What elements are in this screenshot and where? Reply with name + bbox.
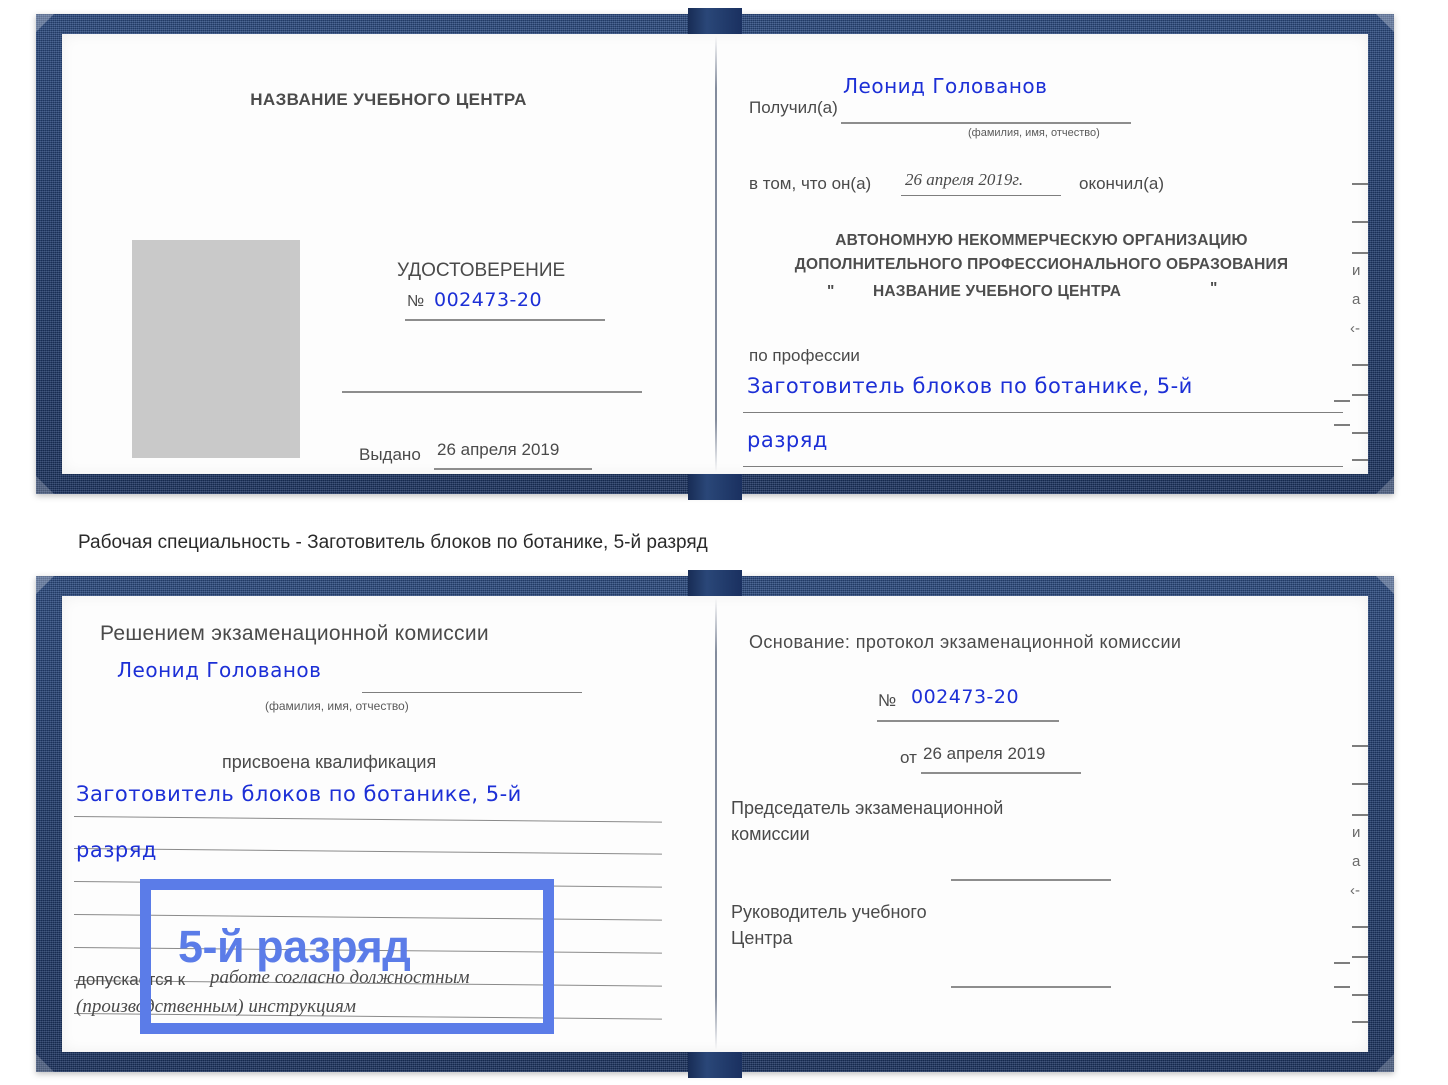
qualification-callout-label: 5-й разряд <box>178 921 411 972</box>
qualification-value-line-1: Заготовитель блоков по ботанике, 5-й <box>76 782 522 806</box>
bottom-certificate-book: Решением экзаменационной комиссии Леонид… <box>36 570 1394 1078</box>
certificate-number-value: 002473-20 <box>434 289 543 311</box>
protocol-number-symbol: № <box>878 691 897 710</box>
graduate-name-hint: (фамилия, имя, отчество) <box>265 699 409 713</box>
commission-decision-heading: Решением экзаменационной комиссии <box>100 622 489 645</box>
head-label-line-1: Руководитель учебного <box>731 902 927 922</box>
qualification-value-line-2: разряд <box>76 838 157 862</box>
protocol-number-underline <box>877 720 1059 722</box>
page-caption: Рабочая специальность - Заготовитель бло… <box>78 532 708 553</box>
organization-line-2: ДОПОЛНИТЕЛЬНОГО ПРОФЕССИОНАЛЬНОГО ОБРАЗО… <box>794 256 1289 273</box>
cover-bevel-bottom-left <box>36 476 54 494</box>
in-that-label: в том, что он(а) <box>749 174 872 193</box>
graduate-name-value: Леонид Голованов <box>117 658 322 682</box>
top-right-page: Получил(а) Леонид Голованов (фамилия, им… <box>715 34 1368 474</box>
completion-date-underline <box>901 195 1061 196</box>
basis-label: Основание: протокол экзаменационной коми… <box>749 632 1182 652</box>
top-certificate-pages: НАЗВАНИЕ УЧЕБНОГО ЦЕНТРА УДОСТОВЕРЕНИЕ №… <box>62 34 1368 474</box>
completed-label: окончил(а) <box>1079 174 1164 193</box>
certificate-scan-canvas: НАЗВАНИЕ УЧЕБНОГО ЦЕНТРА УДОСТОВЕРЕНИЕ №… <box>0 0 1448 1085</box>
head-label-line-2: Центра <box>731 928 793 948</box>
organization-quote-close: " <box>1210 280 1218 297</box>
profession-value-line-2: разряд <box>747 428 828 452</box>
issued-label: Выдано <box>359 445 421 464</box>
from-date-value: 26 апреля 2019 <box>923 744 1046 763</box>
completion-date-value: 26 апреля 2019г. <box>905 170 1024 189</box>
protocol-number-value: 002473-20 <box>911 686 1020 708</box>
issued-date-value: 26 апреля 2019 <box>437 440 560 459</box>
from-date-underline <box>921 772 1081 774</box>
organization-line-1: АВТОНОМНУЮ НЕКОММЕРЧЕСКУЮ ОРГАНИЗАЦИЮ <box>835 232 1248 249</box>
center-name-heading: НАЗВАНИЕ УЧЕБНОГО ЦЕНТРА <box>250 90 527 109</box>
cover-bevel-bottom-right-2 <box>1376 1054 1394 1072</box>
number-symbol: № <box>407 293 425 310</box>
profession-rule-2 <box>743 466 1343 467</box>
edge-fragment-top-2: а <box>1352 291 1361 308</box>
chairman-signature-line <box>951 879 1111 881</box>
edge-fragment-top-3: ‹- <box>1350 320 1360 337</box>
profession-value-line-1: Заготовитель блоков по ботанике, 5-й <box>747 374 1193 398</box>
bottom-right-page: Основание: протокол экзаменационной коми… <box>715 596 1368 1052</box>
cover-bevel-top-right-2 <box>1376 576 1394 594</box>
top-certificate-book: НАЗВАНИЕ УЧЕБНОГО ЦЕНТРА УДОСТОВЕРЕНИЕ №… <box>36 8 1394 500</box>
bottom-left-page: Решением экзаменационной комиссии Леонид… <box>62 596 715 1052</box>
bottom-certificate-pages: Решением экзаменационной комиссии Леонид… <box>62 596 1368 1052</box>
cover-bevel-bottom-left-2 <box>36 1054 54 1072</box>
organization-line-3: НАЗВАНИЕ УЧЕБНОГО ЦЕНТРА <box>873 283 1122 300</box>
chairman-label-line-1: Председатель экзаменационной <box>731 798 1004 818</box>
ruled-line-2 <box>73 848 662 855</box>
received-label: Получил(а) <box>749 98 838 117</box>
top-left-page: НАЗВАНИЕ УЧЕБНОГО ЦЕНТРА УДОСТОВЕРЕНИЕ №… <box>62 34 715 474</box>
graduate-name-underline <box>362 692 582 693</box>
received-name-underline <box>841 122 1131 124</box>
photo-placeholder <box>132 240 300 458</box>
name-hint: (фамилия, имя, отчество) <box>968 127 1100 139</box>
edge-fragment-bottom-1: и <box>1352 824 1361 841</box>
from-label: от <box>900 748 917 767</box>
edge-fragment-bottom-3: ‹- <box>1350 882 1360 899</box>
organization-quote-open: " <box>827 283 835 300</box>
cover-bevel-top-right <box>1376 14 1394 32</box>
head-signature-line <box>951 986 1111 988</box>
qualification-label: присвоена квалификация <box>222 752 437 772</box>
edge-fragment-bottom-2: а <box>1352 853 1361 870</box>
blank-rule-1 <box>342 391 642 393</box>
cover-bevel-bottom-right <box>1376 476 1394 494</box>
ruled-line-1 <box>73 816 662 823</box>
profession-rule-1 <box>743 412 1343 413</box>
document-type-label: УДОСТОВЕРЕНИЕ <box>397 260 566 281</box>
received-name-value: Леонид Голованов <box>843 74 1048 98</box>
profession-label: по профессии <box>749 346 860 365</box>
number-underline <box>405 319 605 321</box>
cover-bevel-top-left-2 <box>36 576 54 594</box>
issued-date-underline <box>434 468 592 470</box>
chairman-label-line-2: комиссии <box>731 824 810 844</box>
edge-fragment-top-1: и <box>1352 262 1361 279</box>
cover-bevel-top-left <box>36 14 54 32</box>
